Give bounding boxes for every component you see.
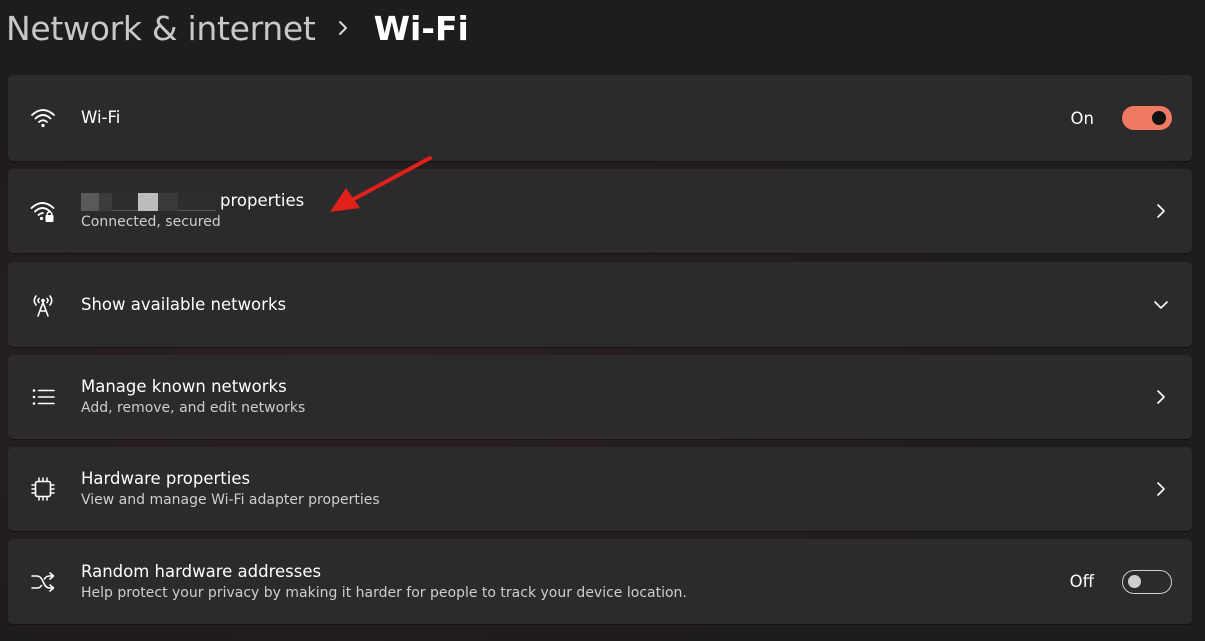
annotation-arrow-icon <box>330 156 432 212</box>
network-properties-label: properties <box>220 191 305 210</box>
random-addresses-title: Random hardware addresses <box>81 561 322 581</box>
breadcrumb-separator-icon <box>336 18 350 38</box>
network-properties-card[interactable]: properties Connected, secured <box>8 169 1192 253</box>
wifi-toggle-state-label: On <box>1070 108 1094 128</box>
antenna-icon <box>30 292 56 318</box>
random-addresses-subtitle: Help protect your privacy by making it h… <box>81 584 687 601</box>
wifi-toggle-title: Wi-Fi <box>81 108 121 127</box>
hardware-properties-text: Hardware properties View and manage Wi-F… <box>81 468 380 510</box>
network-status: Connected, secured <box>81 214 221 230</box>
random-addresses-card[interactable]: Random hardware addresses Help protect y… <box>8 539 1192 624</box>
known-networks-subtitle: Add, remove, and edit networks <box>81 400 306 416</box>
wifi-toggle-control: On <box>1071 105 1172 131</box>
network-properties-text: properties Connected, secured <box>81 190 304 232</box>
wifi-icon <box>30 105 56 131</box>
chevron-down-icon[interactable] <box>1152 296 1170 314</box>
network-properties-title: properties <box>81 190 304 212</box>
hardware-properties-subtitle: View and manage Wi-Fi adapter properties <box>81 492 380 508</box>
chevron-right-icon <box>1152 202 1170 220</box>
available-networks-title: Show available networks <box>81 294 287 314</box>
random-addresses-toggle-knob <box>1128 575 1141 588</box>
redacted-network-name <box>81 191 216 211</box>
wifi-toggle-knob <box>1152 111 1166 125</box>
known-networks-card[interactable]: Manage known networks Add, remove, and e… <box>8 355 1192 439</box>
wifi-secured-icon <box>30 198 56 224</box>
available-networks-card[interactable]: Show available networks <box>8 262 1192 347</box>
breadcrumb: Network & internet Wi-Fi <box>6 4 469 52</box>
known-networks-title: Manage known networks <box>81 377 287 396</box>
breadcrumb-parent-link[interactable]: Network & internet <box>6 9 316 48</box>
random-addresses-text: Random hardware addresses Help protect y… <box>81 561 687 603</box>
chip-icon <box>30 476 56 502</box>
shuffle-icon <box>30 569 56 595</box>
list-icon <box>30 384 56 410</box>
hardware-properties-title: Hardware properties <box>81 469 251 488</box>
hardware-properties-card[interactable]: Hardware properties View and manage Wi-F… <box>8 447 1192 531</box>
random-addresses-toggle-switch[interactable] <box>1122 569 1172 594</box>
page-title: Wi-Fi <box>373 8 469 48</box>
random-addresses-state-label: Off <box>1069 572 1094 591</box>
wifi-toggle-card[interactable]: Wi-Fi On <box>8 75 1192 161</box>
random-addresses-toggle-control: Off <box>1070 569 1172 595</box>
wifi-toggle-text: Wi-Fi <box>81 107 120 129</box>
chevron-right-icon <box>1152 480 1170 498</box>
chevron-right-icon <box>1152 388 1170 406</box>
available-networks-text: Show available networks <box>81 294 286 316</box>
known-networks-text: Manage known networks Add, remove, and e… <box>81 376 305 418</box>
wifi-toggle-switch[interactable] <box>1122 106 1172 130</box>
